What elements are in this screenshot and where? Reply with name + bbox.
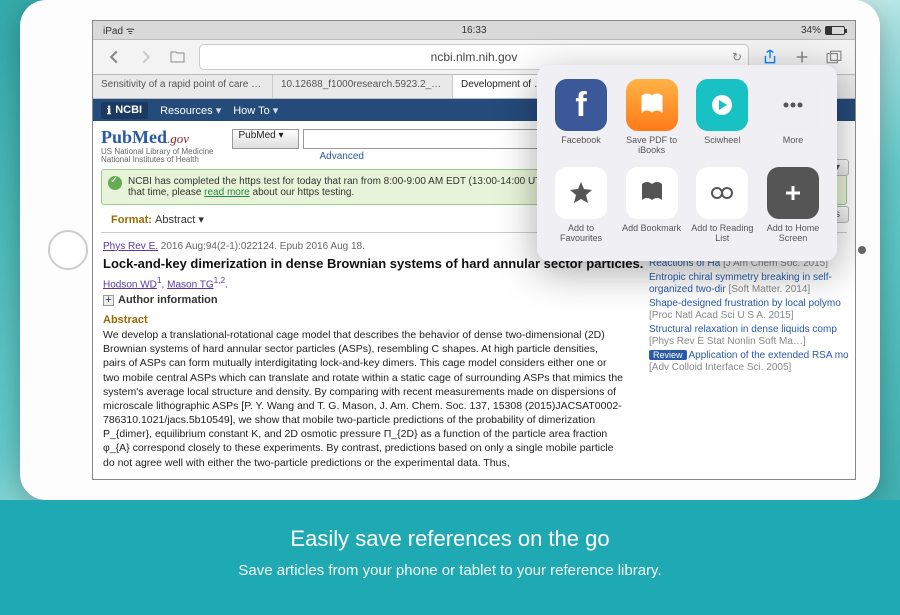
- ipad-device: iPad ᯤ 16:33 34% ncbi.nlm.nih.gov ↻: [20, 0, 880, 500]
- similar-article-link[interactable]: Shape-designed frustration by local poly…: [649, 298, 849, 321]
- ncbi-logo[interactable]: ℹ NCBI: [101, 102, 148, 119]
- status-time: 16:33: [461, 25, 486, 36]
- bookmarks-button[interactable]: [167, 46, 189, 68]
- similar-article-link[interactable]: Structural relaxation in dense liquids c…: [649, 324, 849, 347]
- journal-link[interactable]: Phys Rev E.: [103, 241, 158, 252]
- more-icon: [767, 79, 819, 131]
- camera: [858, 246, 866, 254]
- battery-icon: [825, 26, 845, 35]
- share-ibooks[interactable]: Save PDF to iBooks: [620, 79, 684, 155]
- abstract-text: We develop a translational-rotational ca…: [93, 328, 633, 470]
- pubmed-logo[interactable]: PubMed.gov: [101, 127, 214, 148]
- status-left: iPad ᯤ: [103, 23, 135, 37]
- banner-heading: Easily save references on the go: [0, 526, 900, 552]
- search-db-select[interactable]: PubMed ▾: [232, 129, 299, 149]
- tab-2[interactable]: 10.12688_f1000research.5923.2_201…: [273, 75, 453, 98]
- fb-icon: f: [555, 79, 607, 131]
- similar-article-link[interactable]: Entropic chiral symmetry breaking in sel…: [649, 272, 849, 295]
- format-value: Abstract: [155, 214, 204, 226]
- author-2[interactable]: Mason TG: [167, 279, 214, 290]
- frame: iPad ᯤ 16:33 34% ncbi.nlm.nih.gov ↻: [0, 0, 900, 615]
- status-battery: 34%: [801, 25, 845, 36]
- back-button[interactable]: [103, 46, 125, 68]
- plus-icon: +: [103, 295, 114, 306]
- share-sci[interactable]: Sciwheel: [690, 79, 754, 155]
- screen: iPad ᯤ 16:33 34% ncbi.nlm.nih.gov ↻: [92, 20, 856, 480]
- advanced-link[interactable]: Advanced: [320, 151, 553, 162]
- forward-button[interactable]: [135, 46, 157, 68]
- menu-howto[interactable]: How To: [233, 104, 278, 117]
- promo-banner: Easily save references on the go Save ar…: [0, 500, 900, 615]
- share-hs[interactable]: Add to Home Screen: [761, 167, 825, 243]
- rl-icon: [696, 167, 748, 219]
- share-more[interactable]: More: [761, 79, 825, 155]
- status-bar: iPad ᯤ 16:33 34%: [93, 21, 855, 39]
- share-fav[interactable]: Add to Favourites: [549, 167, 613, 243]
- home-button[interactable]: [48, 230, 88, 270]
- similar-article-link[interactable]: ReviewApplication of the extended RSA mo…: [649, 350, 849, 373]
- share-rl[interactable]: Add to Reading List: [690, 167, 754, 243]
- search-input[interactable]: [303, 129, 553, 149]
- pubmed-subtitle-2: National Institutes of Health: [101, 156, 214, 164]
- sci-icon: [696, 79, 748, 131]
- bm-icon: [626, 167, 678, 219]
- pubmed-search: PubMed ▾ Advanced: [232, 129, 553, 162]
- author-1[interactable]: Hodson WD: [103, 279, 157, 290]
- check-icon: [108, 176, 122, 190]
- share-fb[interactable]: fFacebook: [549, 79, 613, 155]
- share-sheet: fFacebookSave PDF to iBooksSciwheelMore …: [537, 65, 837, 261]
- notice-read-more[interactable]: read more: [204, 187, 250, 198]
- review-tag: Review: [649, 350, 687, 360]
- url-text: ncbi.nlm.nih.gov: [431, 50, 518, 64]
- menu-resources[interactable]: Resources: [160, 104, 221, 117]
- ibooks-icon: [626, 79, 678, 131]
- hs-icon: [767, 167, 819, 219]
- tab-1[interactable]: Sensitivity of a rapid point of care ass…: [93, 75, 273, 98]
- banner-subheading: Save articles from your phone or tablet …: [0, 562, 900, 579]
- reload-icon[interactable]: ↻: [732, 50, 742, 64]
- share-bm[interactable]: Add Bookmark: [620, 167, 684, 243]
- fav-icon: [555, 167, 607, 219]
- sidebar: Send to ▾ Add to Favorites Similar artic…: [649, 309, 849, 376]
